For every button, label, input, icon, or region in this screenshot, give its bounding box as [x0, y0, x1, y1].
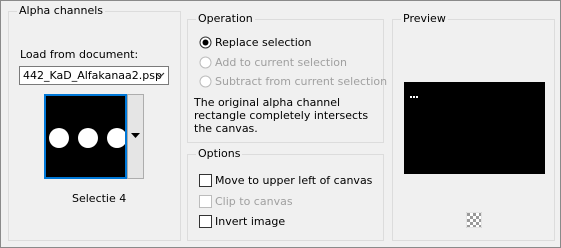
checkbox-unchecked-icon — [199, 195, 212, 208]
clip-to-canvas-label: Clip to canvas — [215, 195, 293, 208]
radio-add-label: Add to current selection — [215, 56, 347, 69]
load-from-document-label: Load from document: — [20, 48, 139, 61]
alpha-channel-thumbnail[interactable] — [44, 94, 127, 179]
triangle-down-icon — [131, 133, 140, 138]
options-title: Options — [196, 147, 243, 160]
preview-title: Preview — [401, 12, 448, 25]
document-select-value: 442_KaD_Alfakanaa2.psp — [23, 69, 162, 82]
operation-title: Operation — [196, 12, 255, 25]
move-upper-left-label: Move to upper left of canvas — [215, 174, 373, 187]
checkbox-unchecked-icon — [199, 174, 212, 187]
radio-subtract-label: Subtract from current selection — [215, 75, 388, 88]
radio-unchecked-icon — [199, 75, 212, 88]
thumbnail-dropdown-button[interactable] — [127, 94, 144, 179]
radio-unchecked-icon — [199, 56, 212, 69]
selection-name-label: Selectie 4 — [72, 192, 127, 205]
chevron-down-icon — [155, 72, 165, 78]
alpha-channels-title: Alpha channels — [17, 4, 106, 17]
checkerboard-transparency-icon[interactable] — [465, 211, 483, 229]
radio-replace-label: Replace selection — [215, 36, 312, 49]
operation-description: The original alpha channel rectangle com… — [194, 96, 369, 135]
radio-checked-icon — [199, 36, 212, 49]
load-selection-dialog: Alpha channels Load from document: 442_K… — [0, 0, 561, 248]
checkerboard-icon-graphic — [465, 211, 483, 229]
checkbox-unchecked-icon — [199, 215, 212, 228]
document-select[interactable]: 442_KaD_Alfakanaa2.psp — [19, 66, 169, 85]
preview-canvas — [404, 82, 545, 174]
alpha-thumbnail-image — [46, 96, 127, 177]
invert-image-label: Invert image — [215, 215, 286, 228]
preview-image — [404, 82, 545, 174]
